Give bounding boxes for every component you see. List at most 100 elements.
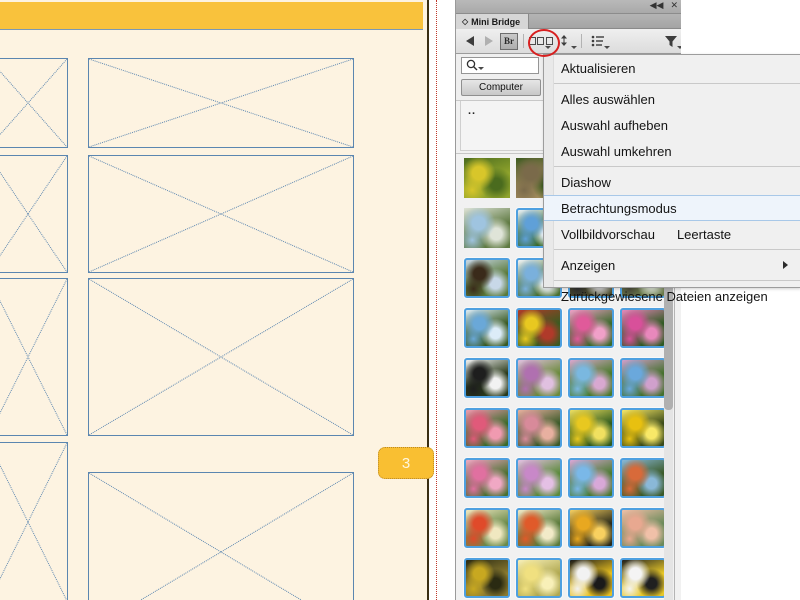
thumbnail-item[interactable] [464, 358, 510, 398]
thumbnail-item[interactable] [516, 558, 562, 598]
menu-item[interactable]: Zurückgewiesene Dateien anzeigen [544, 283, 800, 309]
filter-button[interactable] [661, 32, 681, 50]
menu-item-label: Vollbildvorschau [561, 226, 655, 242]
folder-nav-list[interactable]: .. [460, 101, 544, 151]
thumbnail-item[interactable] [620, 358, 666, 398]
bridge-label: Br [499, 32, 518, 50]
thumbnail-item[interactable] [568, 358, 614, 398]
thumbnail-item[interactable] [516, 458, 562, 498]
thumbnail-item[interactable] [568, 308, 614, 348]
menu-items-host: Aktualisieren Alles auswählen Auswahl aufh… [544, 55, 800, 309]
panel-tabstrip: ◇ Mini Bridge [456, 14, 681, 29]
collapse-icon[interactable]: ◀◀ [650, 2, 664, 11]
menu-item[interactable]: Vollbildvorschau Leertaste [544, 221, 800, 247]
menu-separator [552, 280, 800, 281]
menu-separator [552, 166, 800, 167]
thumbnail-item[interactable] [464, 458, 510, 498]
page-number-badge: 3 [378, 447, 434, 479]
toolbar-separator-1 [522, 34, 524, 48]
menu-item[interactable]: Betrachtungsmodus [544, 195, 800, 221]
image-placeholder-frame[interactable] [88, 278, 354, 436]
chevron-down-icon [478, 67, 484, 70]
menu-item-label: Auswahl aufheben [561, 117, 668, 133]
back-icon [465, 36, 474, 46]
menu-item-label: Aktualisieren [561, 60, 636, 76]
thumbnail-item[interactable] [516, 408, 562, 448]
thumbnail-item[interactable] [464, 408, 510, 448]
thumbnail-item[interactable] [516, 308, 562, 348]
context-menu[interactable]: Aktualisieren Alles auswählen Auswahl aufh… [543, 54, 800, 304]
submenu-arrow-icon [783, 261, 788, 269]
tab-label: Mini Bridge [471, 16, 521, 27]
image-placeholder-frame[interactable] [88, 155, 354, 273]
grid-view-icon [528, 37, 553, 45]
app-background-right-top [681, 0, 800, 14]
view-options-button[interactable] [587, 32, 610, 50]
image-placeholder-frame[interactable] [0, 442, 68, 600]
thumbnail-item[interactable] [568, 558, 614, 598]
search-icon [466, 59, 478, 71]
document-canvas[interactable]: 3 [0, 0, 455, 600]
thumbnail-item[interactable] [568, 458, 614, 498]
thumbnail-item[interactable] [464, 258, 510, 298]
thumbnail-item[interactable] [516, 508, 562, 548]
image-placeholder-frame[interactable] [0, 58, 68, 148]
thumbnail-item[interactable] [464, 558, 510, 598]
thumbnail-item[interactable] [464, 308, 510, 348]
breadcrumb-computer[interactable]: Computer [461, 79, 541, 96]
thumbnail-item[interactable] [620, 508, 666, 548]
search-input[interactable] [461, 57, 539, 74]
chevron-down-icon [544, 46, 551, 49]
chevron-down-icon [603, 46, 610, 49]
forward-button[interactable] [480, 32, 497, 50]
thumbnail-item[interactable] [620, 558, 666, 598]
menu-item[interactable]: Diashow [544, 169, 800, 195]
menu-separator [552, 83, 800, 84]
bridge-button[interactable]: Br [499, 32, 518, 50]
forward-icon [485, 36, 494, 46]
thumbnail-item[interactable] [568, 408, 614, 448]
panel-toolbar: Br [456, 29, 681, 54]
menu-item[interactable]: Anzeigen [544, 252, 800, 278]
thumbnail-item[interactable] [568, 508, 614, 548]
thumbnail-item[interactable] [516, 358, 562, 398]
tab-mini-bridge[interactable]: ◇ Mini Bridge [456, 14, 530, 29]
back-button[interactable] [461, 32, 478, 50]
bleed-guide [436, 0, 437, 600]
image-placeholder-frame[interactable] [88, 58, 354, 148]
thumbnail-item[interactable] [620, 408, 666, 448]
close-icon[interactable]: ✕ [670, 2, 678, 11]
menu-item[interactable]: Auswahl umkehren [544, 138, 800, 164]
menu-separator [552, 249, 800, 250]
menu-item[interactable]: Auswahl aufheben [544, 112, 800, 138]
thumbnail-item[interactable] [464, 158, 510, 198]
thumbnail-item[interactable] [464, 208, 510, 248]
pasteboard [429, 0, 455, 600]
page-header-band [0, 2, 423, 30]
thumbnail-item[interactable] [620, 308, 666, 348]
diamond-icon: ◇ [462, 17, 469, 26]
app-window: 3 ◀◀ ✕ ◇ Mini Bridge Br Computer .. Aktu… [0, 0, 800, 600]
menu-item-label: Auswahl umkehren [561, 143, 672, 159]
menu-item[interactable]: Aktualisieren [544, 55, 800, 81]
grid-view-button[interactable] [528, 32, 553, 50]
image-placeholder-frame[interactable] [0, 155, 68, 273]
sort-icon [561, 35, 568, 46]
thumbnail-item[interactable] [464, 508, 510, 548]
menu-item-shortcut: Leertaste [676, 226, 732, 242]
sort-button[interactable] [555, 32, 578, 50]
menu-item-label: Zurückgewiesene Dateien anzeigen [561, 288, 768, 304]
toolbar-separator-2 [581, 34, 583, 48]
image-placeholder-frame[interactable] [88, 472, 354, 600]
parent-folder-item[interactable]: .. [468, 105, 476, 117]
menu-item-label: Alles auswählen [561, 91, 655, 107]
panel-titlebar: ◀◀ ✕ [456, 0, 681, 14]
chevron-down-icon [571, 46, 578, 49]
image-placeholder-frame[interactable] [0, 278, 68, 436]
thumbnail-item[interactable] [620, 458, 666, 498]
document-page[interactable] [0, 0, 428, 600]
menu-item-label: Diashow [561, 174, 611, 190]
menu-item[interactable]: Alles auswählen [544, 86, 800, 112]
menu-item-label: Anzeigen [561, 257, 616, 273]
menu-item-label: Betrachtungsmodus [561, 200, 677, 216]
